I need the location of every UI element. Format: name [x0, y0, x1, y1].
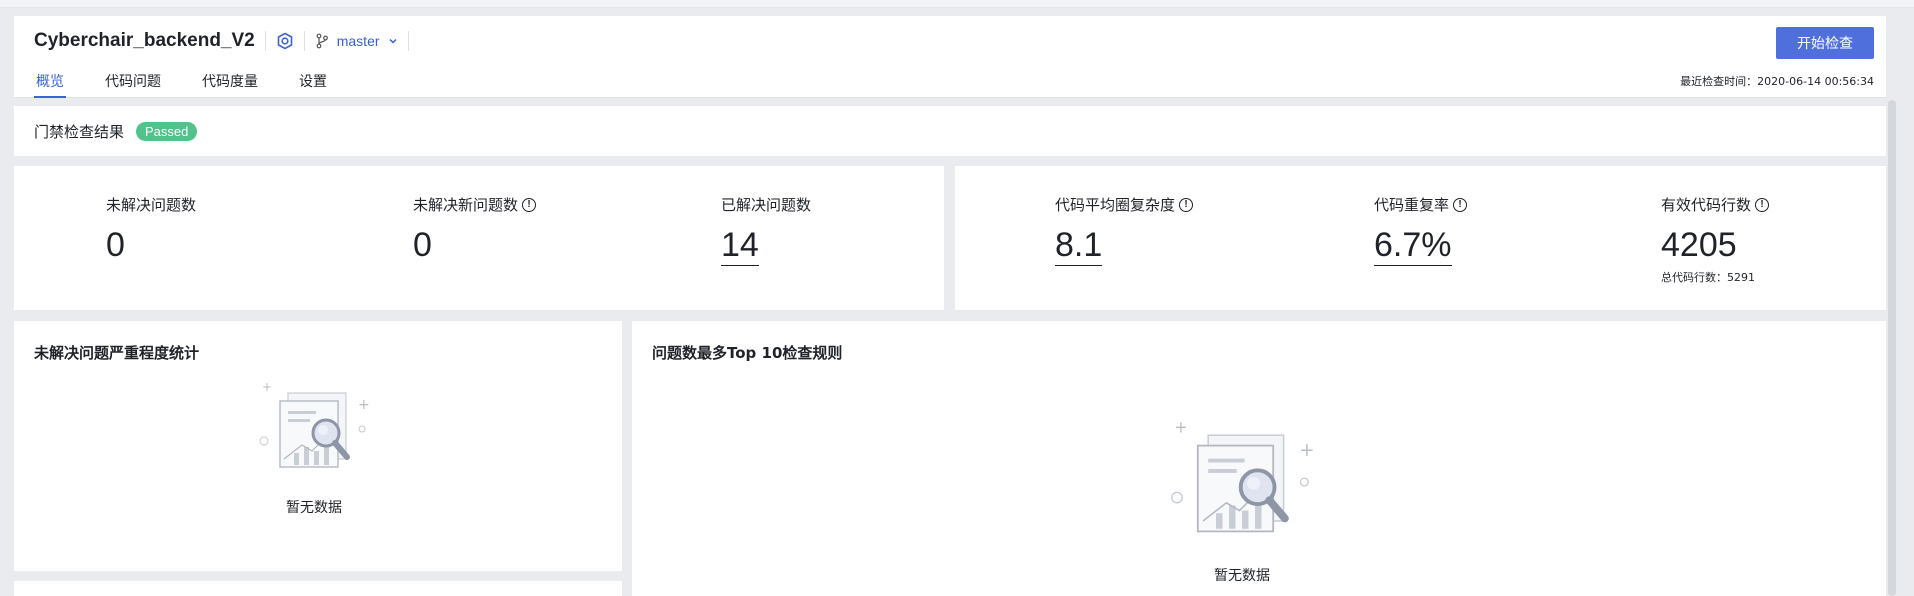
svg-text:+: + [1299, 440, 1314, 461]
empty-state: + + 暂无数据 [1162, 417, 1322, 585]
info-icon[interactable]: ! [1179, 197, 1194, 212]
chevron-down-icon [388, 33, 398, 49]
divider [264, 31, 266, 51]
metric-label: 有效代码行数 [1661, 196, 1752, 214]
empty-text: 暂无数据 [1214, 568, 1270, 584]
metric-unresolved: 未解决问题数 0 [106, 194, 196, 265]
issue-metrics-card: 未解决问题数 0 未解决新问题数 ! 0 已解决问题数 14 [14, 166, 944, 310]
metric-label: 未解决新问题数 [413, 196, 519, 214]
panel-title: 未解决问题严重程度统计 [34, 344, 200, 362]
project-header: Cyberchair_backend_V2 master 概览 代码问题 代码度… [14, 16, 1886, 98]
tab-code-issues[interactable]: 代码问题 [103, 66, 163, 98]
repo-row: Cyberchair_backend_V2 master [34, 26, 419, 56]
tab-settings[interactable]: 设置 [297, 66, 329, 98]
panel-title: 问题数最多Top 10检查规则 [652, 344, 843, 362]
metric-value: 0 [413, 226, 432, 264]
start-check-button[interactable]: 开始检查 [1776, 27, 1874, 59]
branch-name: master [336, 33, 380, 49]
empty-data-icon: + + [254, 379, 374, 483]
metric-label: 代码平均圈复杂度 [1055, 196, 1176, 214]
total-lines: 总代码行数：5291 [1661, 271, 1755, 284]
tab-bar: 概览 代码问题 代码度量 设置 [34, 66, 366, 98]
tab-code-metrics[interactable]: 代码度量 [200, 66, 260, 98]
svg-text:+: + [262, 380, 272, 394]
empty-state: + + 暂无数据 [254, 379, 374, 517]
info-icon[interactable]: ! [1755, 197, 1770, 212]
metric-resolved: 已解决问题数 14 [721, 194, 811, 266]
scrollbar[interactable] [1888, 100, 1896, 596]
svg-text:+: + [358, 397, 370, 413]
metric-unresolved-new: 未解决新问题数 ! 0 [413, 194, 537, 265]
metric-value-link[interactable]: 8.1 [1055, 225, 1103, 266]
top10-rules-panel: 问题数最多Top 10检查规则 + + 暂无数据 [632, 321, 1886, 596]
next-panel-edge [14, 581, 622, 596]
settings-shield-icon[interactable] [276, 32, 294, 50]
last-check-time: 最近检查时间：2020-06-14 00:56:34 [1680, 75, 1874, 88]
metric-label: 未解决问题数 [106, 196, 197, 214]
empty-data-icon: + + [1162, 417, 1322, 551]
divider [407, 31, 409, 51]
metric-complexity: 代码平均圈复杂度 ! 8.1 [1055, 194, 1194, 266]
metric-value: 4205 [1661, 226, 1737, 264]
metric-value-link[interactable]: 14 [721, 225, 759, 266]
metric-duplication: 代码重复率 ! 6.7% [1374, 194, 1468, 266]
top-strip [0, 0, 1914, 8]
branch-selector[interactable]: master [315, 33, 398, 49]
metric-label: 代码重复率 [1374, 196, 1450, 214]
metric-effective-lines: 有效代码行数 ! 4205 总代码行数：5291 [1661, 194, 1770, 285]
severity-panel: 未解决问题严重程度统计 + + 暂无数据 [14, 321, 622, 571]
info-icon[interactable]: ! [1453, 197, 1468, 212]
status-badge: Passed [136, 121, 198, 141]
tab-overview[interactable]: 概览 [34, 66, 66, 98]
metric-value-link[interactable]: 6.7% [1374, 225, 1452, 266]
gate-result-bar: 门禁检查结果 Passed [14, 106, 1886, 156]
repo-name: Cyberchair_backend_V2 [34, 30, 255, 51]
branch-icon [315, 33, 329, 49]
divider [303, 31, 305, 51]
svg-text:+: + [1174, 419, 1187, 437]
metric-label: 已解决问题数 [721, 196, 812, 214]
empty-text: 暂无数据 [286, 500, 342, 516]
info-icon[interactable]: ! [522, 197, 537, 212]
metric-value: 0 [106, 226, 125, 264]
gate-title: 门禁检查结果 [34, 122, 125, 141]
code-metrics-card: 代码平均圈复杂度 ! 8.1 代码重复率 ! 6.7% 有效代码行数 ! 420… [955, 166, 1886, 310]
